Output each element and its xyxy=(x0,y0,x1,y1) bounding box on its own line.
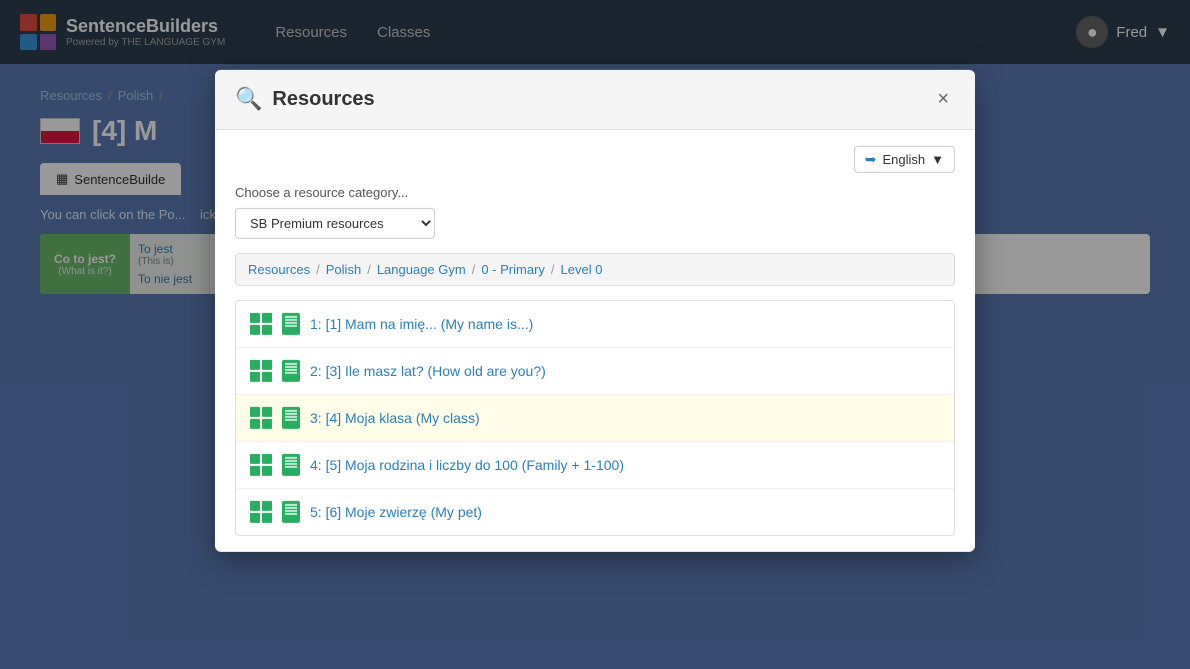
language-button[interactable]: ➥ English ▼ xyxy=(854,145,955,172)
resource-item-3[interactable]: 3: [4] Moja klasa (My class) xyxy=(236,394,954,441)
language-label: English xyxy=(882,151,925,166)
resource-grid-icon-2 xyxy=(250,359,272,381)
category-label: Choose a resource category... xyxy=(235,184,955,199)
resource-grid-icon-5 xyxy=(250,500,272,522)
modal-breadcrumb: Resources / Polish / Language Gym / 0 - … xyxy=(235,252,955,285)
search-icon: 🔍 xyxy=(235,86,262,112)
resource-doc-icon-2 xyxy=(282,359,300,381)
resource-label-3: 3: [4] Moja klasa (My class) xyxy=(310,409,480,425)
resource-doc-icon-3 xyxy=(282,406,300,428)
modal-breadcrumb-sep2: / xyxy=(367,261,371,276)
language-dropdown-icon: ▼ xyxy=(931,151,944,166)
resource-grid-icon-4 xyxy=(250,453,272,475)
modal-title: Resources xyxy=(272,87,374,110)
modal-header: 🔍 Resources × xyxy=(215,69,975,129)
resource-label-4: 4: [5] Moja rodzina i liczby do 100 (Fam… xyxy=(310,456,624,472)
resource-label-2: 2: [3] Ile masz lat? (How old are you?) xyxy=(310,362,546,378)
resource-list: 1: [1] Mam na imię... (My name is...) 2:… xyxy=(235,299,955,535)
modal-close-button[interactable]: × xyxy=(931,85,955,112)
modal-breadcrumb-sep4: / xyxy=(551,261,555,276)
resources-modal: 🔍 Resources × ➥ English ▼ Choose a resou… xyxy=(215,69,975,551)
category-select[interactable]: SB Premium resources xyxy=(235,207,435,238)
modal-breadcrumb-languagegym[interactable]: Language Gym xyxy=(377,261,466,276)
modal-breadcrumb-sep3: / xyxy=(472,261,476,276)
modal-breadcrumb-level0[interactable]: Level 0 xyxy=(561,261,603,276)
resource-doc-icon-1 xyxy=(282,312,300,334)
lang-selector: ➥ English ▼ xyxy=(235,145,955,172)
resource-grid-icon-3 xyxy=(250,406,272,428)
modal-breadcrumb-resources[interactable]: Resources xyxy=(248,261,310,276)
modal-breadcrumb-primary[interactable]: 0 - Primary xyxy=(481,261,545,276)
translate-icon: ➥ xyxy=(865,150,877,167)
modal-breadcrumb-polish[interactable]: Polish xyxy=(326,261,361,276)
resource-item-2[interactable]: 2: [3] Ile masz lat? (How old are you?) xyxy=(236,347,954,394)
resource-label-1: 1: [1] Mam na imię... (My name is...) xyxy=(310,315,533,331)
resource-doc-icon-5 xyxy=(282,500,300,522)
modal-body: ➥ English ▼ Choose a resource category..… xyxy=(215,129,975,551)
resource-doc-icon-4 xyxy=(282,453,300,475)
resource-label-5: 5: [6] Moje zwierzę (My pet) xyxy=(310,503,482,519)
resource-item-4[interactable]: 4: [5] Moja rodzina i liczby do 100 (Fam… xyxy=(236,441,954,488)
modal-breadcrumb-sep1: / xyxy=(316,261,320,276)
resource-item-5[interactable]: 5: [6] Moje zwierzę (My pet) xyxy=(236,488,954,534)
resource-grid-icon-1 xyxy=(250,312,272,334)
resource-item-1[interactable]: 1: [1] Mam na imię... (My name is...) xyxy=(236,300,954,347)
